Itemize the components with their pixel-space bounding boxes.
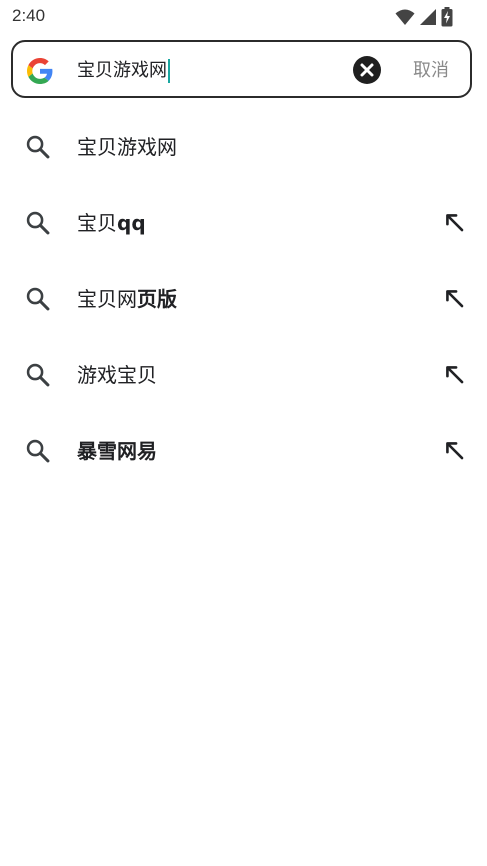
suggestion-item[interactable]: 宝贝网页版 bbox=[0, 260, 487, 336]
suggestion-item[interactable]: 游戏宝贝 bbox=[0, 336, 487, 412]
status-bar: 2:40 bbox=[0, 0, 487, 34]
fill-query-arrow-icon[interactable] bbox=[442, 286, 468, 312]
suggestion-item[interactable]: 宝贝qq bbox=[0, 184, 487, 260]
search-icon bbox=[26, 211, 50, 235]
status-icons bbox=[395, 7, 453, 27]
text-cursor bbox=[168, 59, 170, 83]
suggestion-text: 宝贝网页版 bbox=[77, 287, 177, 311]
fill-query-arrow-icon[interactable] bbox=[442, 438, 468, 464]
clear-icon bbox=[360, 63, 374, 77]
suggestion-text: 暴雪网易 bbox=[77, 439, 157, 463]
search-input-text: 宝贝游戏网 bbox=[77, 60, 167, 81]
suggestion-text: 宝贝游戏网 bbox=[77, 135, 177, 159]
search-icon bbox=[26, 135, 50, 159]
search-box[interactable]: 宝贝游戏网 取消 bbox=[11, 40, 472, 98]
fill-query-arrow-icon[interactable] bbox=[442, 210, 468, 236]
suggestion-item[interactable]: 宝贝游戏网 bbox=[0, 108, 487, 184]
wifi-icon bbox=[395, 9, 415, 25]
fill-query-arrow-icon[interactable] bbox=[442, 362, 468, 388]
clear-button[interactable] bbox=[353, 56, 381, 84]
suggestion-list: 宝贝游戏网 宝贝qq 宝贝网页版 游戏宝贝 暴雪网易 bbox=[0, 108, 487, 488]
suggestion-text: 游戏宝贝 bbox=[77, 363, 157, 387]
battery-charging-icon bbox=[441, 7, 453, 27]
cancel-button[interactable]: 取消 bbox=[413, 57, 449, 85]
cellular-signal-icon bbox=[420, 9, 436, 25]
search-icon bbox=[26, 439, 50, 463]
status-time: 2:40 bbox=[12, 6, 46, 25]
suggestion-text: 宝贝qq bbox=[77, 211, 146, 235]
google-logo-icon bbox=[27, 58, 53, 84]
search-icon bbox=[26, 287, 50, 311]
search-input[interactable]: 宝贝游戏网 bbox=[77, 57, 337, 85]
search-icon bbox=[26, 363, 50, 387]
suggestion-item[interactable]: 暴雪网易 bbox=[0, 412, 487, 488]
